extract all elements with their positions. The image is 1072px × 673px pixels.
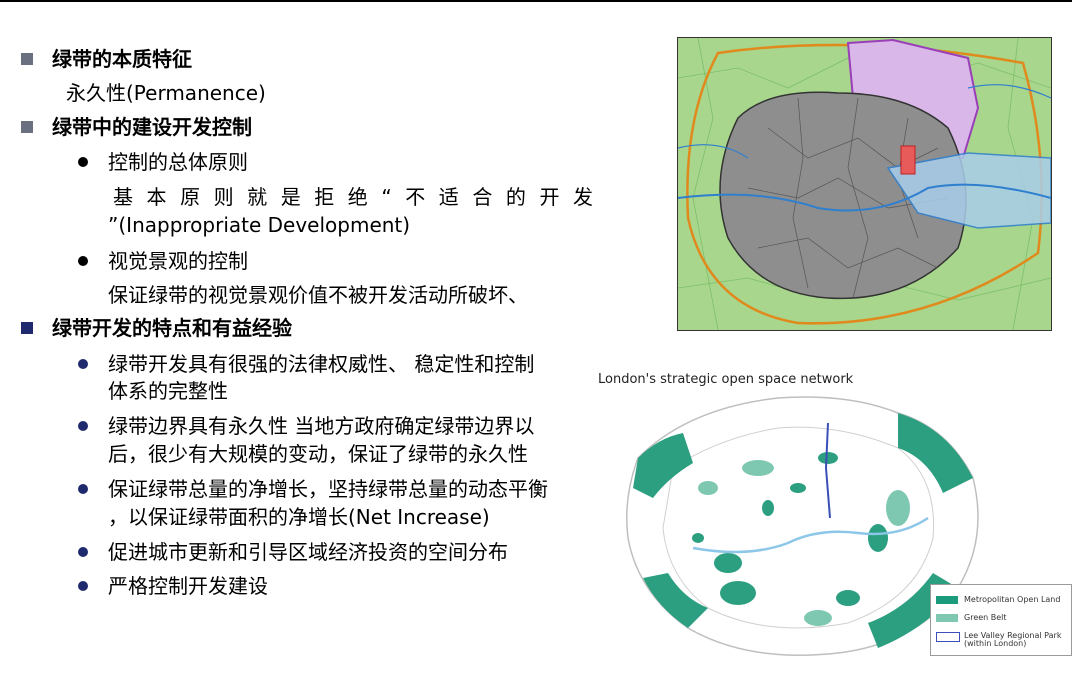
round-bullet-icon: [78, 484, 88, 494]
round-bullet-icon: [78, 256, 88, 266]
heading-development-control: 绿带中的建设开发控制: [52, 115, 252, 139]
bullet-5-line1: 严格控制开发建设: [108, 574, 268, 598]
bullet-4-line1: 促进城市更新和引导区域经济投资的空间分布: [108, 540, 508, 564]
legend-label: Metropolitan Open Land: [964, 595, 1061, 604]
green-belt-map-image: [677, 37, 1052, 331]
round-bullet-icon: [78, 359, 88, 369]
legend-swatch: [936, 614, 958, 622]
round-bullet-icon: [78, 421, 88, 431]
square-bullet-icon: [21, 121, 33, 133]
bullet-1-line1: 绿带开发具有很强的法律权威性、 稳定性和控制: [108, 352, 535, 376]
round-bullet-icon: [78, 581, 88, 591]
bullet-3-line2: ，以保证绿带面积的净增长(Net Increase): [108, 505, 490, 529]
open-space-network-map: London's strategic open space network Me…: [598, 368, 1072, 673]
top-rule: [0, 0, 1072, 2]
sub1-text-line2: ”(Inappropriate Development): [108, 213, 411, 237]
sub1-title: 控制的总体原则: [108, 150, 248, 174]
heading-features-experience: 绿带开发的特点和有益经验: [52, 316, 292, 340]
legend-label: Green Belt: [964, 613, 1007, 622]
square-bullet-icon: [21, 53, 33, 65]
sub2-text: 保证绿带的视觉景观价值不被开发活动所破坏、: [108, 283, 528, 307]
legend-swatch: [936, 596, 958, 604]
map-legend: Metropolitan Open Land Green Belt Lee Va…: [930, 584, 1072, 656]
bullet-2-line1: 绿带边界具有永久性 当地方政府确定绿带边界以: [108, 414, 535, 438]
legend-label: (within London): [964, 639, 1027, 648]
bullet-2-line2: 后，很少有大规模的变动，保证了绿带的永久性: [108, 442, 528, 466]
sub2-title: 视觉景观的控制: [108, 249, 248, 273]
legend-swatch: [936, 632, 960, 642]
heading1-text: 永久性(Permanence): [66, 81, 266, 105]
heading-green-belt-essence: 绿带的本质特征: [52, 47, 192, 71]
round-bullet-icon: [78, 157, 88, 167]
sub1-text-line1: 基本原则就是拒绝“不适合的开发: [113, 185, 595, 209]
bullet-1-line2: 体系的完整性: [108, 379, 228, 403]
round-bullet-icon: [78, 547, 88, 557]
square-bullet-icon: [21, 322, 33, 334]
green-belt-map-graphic: [678, 38, 1051, 330]
bullet-3-line1: 保证绿带总量的净增长，坚持绿带总量的动态平衡: [108, 477, 548, 501]
